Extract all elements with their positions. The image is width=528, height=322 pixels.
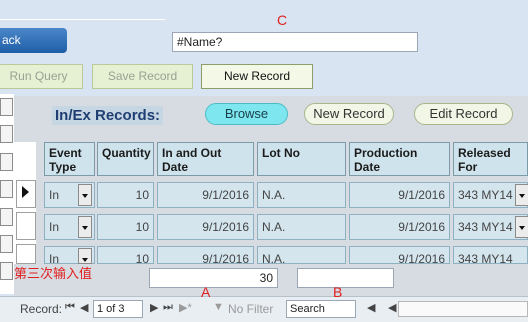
production-date-cell[interactable]: 9/1/2016 (349, 246, 450, 264)
last-record-icon[interactable]: ⏭ (163, 301, 173, 314)
annotation-label-c: C (277, 12, 288, 28)
event-type-dropdown-icon[interactable] (78, 216, 92, 238)
column-header-event-type[interactable]: Event Type (44, 142, 95, 176)
column-header-production-date[interactable]: Production Date (349, 142, 450, 176)
previous-record-icon[interactable]: ◀ (80, 301, 88, 314)
no-filter-button[interactable]: No Filter (228, 302, 273, 316)
divider (0, 19, 165, 20)
program-cell[interactable]: 343 MY14 (453, 246, 528, 264)
left-record-strip (0, 94, 14, 294)
first-record-icon[interactable]: ⏮ (65, 301, 75, 314)
scroll-left-arrow-icon[interactable]: ◀ (388, 301, 396, 314)
unbound-textbox[interactable] (297, 268, 394, 288)
lot-no-cell[interactable]: N.A. (257, 182, 346, 208)
column-header-in-out-date[interactable]: In and Out Date (157, 142, 254, 176)
strip-cell[interactable] (0, 262, 13, 280)
search-input[interactable]: Search (286, 300, 356, 318)
quantity-cell[interactable]: 10 (97, 214, 154, 240)
lot-no-cell[interactable]: N.A. (257, 246, 346, 264)
annotation-text: 第三次输入值 (14, 266, 93, 281)
event-type-dropdown-icon[interactable] (78, 184, 92, 206)
production-date-cell[interactable]: 9/1/2016 (349, 214, 450, 240)
strip-cell[interactable] (0, 208, 13, 226)
next-record-icon[interactable]: ▶ (150, 301, 158, 314)
annotation-label-b: B (333, 284, 343, 300)
strip-cell[interactable] (0, 153, 13, 171)
date-cell[interactable]: 9/1/2016 (157, 182, 254, 208)
run-query-button[interactable]: Run Query (0, 64, 83, 89)
record-selector[interactable] (16, 212, 36, 240)
back-button[interactable]: ack (0, 28, 67, 53)
annotation-label-a: A (201, 284, 211, 300)
total-quantity-field[interactable]: 30 (149, 268, 278, 288)
record-selector[interactable] (16, 180, 36, 208)
strip-cell[interactable] (0, 98, 13, 116)
new-record-nav-icon[interactable]: ▶* (179, 301, 192, 314)
date-cell[interactable]: 9/1/2016 (157, 214, 254, 240)
record-selector[interactable] (16, 244, 36, 264)
quantity-cell[interactable]: 10 (97, 246, 154, 264)
panel-new-record-button[interactable]: New Record (304, 103, 394, 125)
browse-button[interactable]: Browse (205, 103, 288, 125)
scroll-left-icon[interactable]: ◀ (367, 301, 375, 314)
column-header-lot-no[interactable]: Lot No (257, 142, 346, 176)
strip-cell[interactable] (0, 235, 13, 253)
strip-cell[interactable] (0, 180, 13, 198)
date-cell[interactable]: 9/1/2016 (157, 246, 254, 264)
record-label: Record: (20, 302, 63, 316)
edit-record-button[interactable]: Edit Record (414, 103, 513, 125)
name-field[interactable]: #Name? (172, 32, 418, 52)
quantity-cell[interactable]: 10 (97, 182, 154, 208)
record-navigation-bar: Record: ⏮ ◀ 1 of 3 ▶ ⏭ ▶* ▼ No Filter Se… (0, 296, 528, 322)
new-record-button[interactable]: New Record (201, 64, 313, 89)
record-position-field[interactable]: 1 of 3 (93, 300, 143, 318)
program-dropdown-icon[interactable] (515, 184, 528, 206)
filter-icon: ▼ (213, 301, 224, 313)
column-header-quantity[interactable]: Quantity (97, 142, 154, 176)
current-record-arrow-icon (22, 186, 29, 198)
program-dropdown-icon[interactable] (515, 216, 528, 238)
strip-cell[interactable] (0, 125, 13, 143)
event-type-dropdown-icon[interactable] (78, 248, 92, 264)
panel-title: In/Ex Records: (52, 106, 164, 125)
save-record-button[interactable]: Save Record (92, 64, 193, 89)
horizontal-scrollbar[interactable] (398, 301, 528, 317)
production-date-cell[interactable]: 9/1/2016 (349, 182, 450, 208)
column-header-released-for-program[interactable]: Released For Program (453, 142, 528, 176)
lot-no-cell[interactable]: N.A. (257, 214, 346, 240)
